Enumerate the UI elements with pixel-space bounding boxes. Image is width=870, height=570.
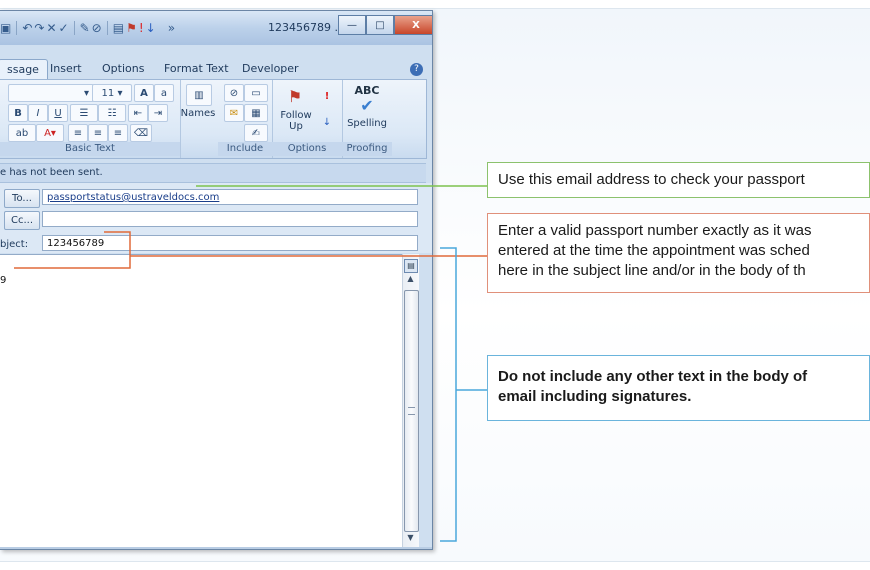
callout-no-other-text: Do not include any other text in the bod…	[487, 355, 870, 421]
align-center-icon[interactable]: ≡	[88, 124, 108, 142]
group-include: ⊘ ▭ ✉ ▦ ✍ Include	[218, 80, 273, 158]
help-icon[interactable]: ?	[410, 63, 423, 76]
subject-label: bject:	[0, 239, 29, 250]
group-label-proofing: Proofing	[342, 142, 392, 156]
spelling-check-icon[interactable]: ✔	[342, 96, 392, 115]
redo-icon[interactable]: ↷	[34, 19, 44, 37]
ruler-toggle-icon[interactable]: ▤	[404, 259, 418, 273]
callout-no-text-line-1: Do not include any other text in the bod…	[498, 368, 808, 385]
grow-font-icon[interactable]: A	[134, 84, 154, 102]
toolbar-separator	[106, 21, 108, 35]
scrollbar-thumb[interactable]	[404, 290, 419, 532]
align-left-icon[interactable]: ≡	[68, 124, 88, 142]
spelling-button[interactable]: Spelling	[342, 118, 392, 129]
clear-format-icon[interactable]: ⌫	[130, 124, 152, 142]
low-importance-icon[interactable]: ↓	[320, 114, 334, 130]
group-basic-text: ▾ 11 ▾ A a B I U ☰ ☷ ⇤ ⇥ ab A▾ ≡ ≡ ≡ ⌫ B…	[0, 80, 181, 158]
callout-no-text-line-2: email including signatures.	[498, 388, 692, 405]
attach-icon[interactable]: ⊘	[92, 19, 102, 37]
font-size-value: 11	[101, 87, 115, 99]
to-field[interactable]: passportstatus@ustraveldocs.com	[42, 189, 418, 205]
vertical-scrollbar[interactable]: ▲ ▼	[402, 254, 419, 547]
ribbon-tabs: ssage Insert Options Format Text Develop…	[0, 59, 432, 79]
signature-icon[interactable]: ✍	[244, 124, 268, 142]
format-icon[interactable]: ✎	[80, 19, 90, 37]
message-body[interactable]: 9	[0, 254, 418, 548]
align-right-icon[interactable]: ≡	[108, 124, 128, 142]
follow-up-button[interactable]: Follow Up	[276, 110, 316, 132]
importance-low-icon[interactable]: ↓	[146, 19, 156, 37]
maximize-button[interactable]: □	[366, 15, 394, 35]
importance-high-icon[interactable]: !	[139, 19, 144, 37]
scrollbar-grip-icon	[408, 407, 415, 415]
bullets-icon[interactable]: ☰	[70, 104, 98, 122]
group-names: ▥ Names	[180, 80, 216, 158]
ribbon: ▾ 11 ▾ A a B I U ☰ ☷ ⇤ ⇥ ab A▾ ≡ ≡ ≡ ⌫ B…	[0, 79, 427, 159]
group-label-options: Options	[272, 142, 342, 156]
address-book-icon[interactable]: ▥	[186, 84, 212, 106]
overflow-icon[interactable]: »	[168, 19, 175, 37]
group-proofing: ABC ✔ Spelling Proofing	[342, 80, 392, 158]
decrease-indent-icon[interactable]: ⇤	[128, 104, 148, 122]
font-size-dropdown[interactable]: 11 ▾	[92, 84, 132, 102]
highlight-icon[interactable]: ab	[8, 124, 36, 142]
tab-format-text[interactable]: Format Text	[164, 59, 229, 79]
callout-passport-line-2: entered at the time the appointment was …	[498, 242, 810, 259]
callout-passport-number: Enter a valid passport number exactly as…	[487, 213, 870, 293]
follow-up-flag-icon[interactable]: ⚑	[282, 84, 308, 108]
underline-icon[interactable]: U	[48, 104, 68, 122]
callout-email-address: Use this email address to check your pas…	[487, 162, 870, 198]
tab-message[interactable]: ssage	[0, 59, 48, 79]
group-label-basic-text: Basic Text	[0, 142, 180, 156]
cc-button[interactable]: Cc...	[4, 211, 40, 230]
info-bar-text: e has not been sent.	[0, 167, 103, 178]
toolbar-separator	[16, 21, 18, 35]
callout-passport-line-3: here in the subject line and/or in the b…	[498, 262, 806, 279]
group-label-include: Include	[218, 142, 272, 156]
scroll-up-icon[interactable]: ▲	[405, 274, 416, 285]
info-bar: e has not been sent.	[0, 163, 426, 183]
attach-item-icon[interactable]: ✉	[224, 104, 244, 122]
tab-options[interactable]: Options	[102, 59, 144, 79]
numbering-icon[interactable]: ☷	[98, 104, 126, 122]
bold-icon[interactable]: B	[8, 104, 28, 122]
delete-icon[interactable]: ✕	[46, 19, 56, 37]
callout-email-text: Use this email address to check your pas…	[498, 171, 805, 188]
message-body-text: 9	[0, 275, 7, 286]
toolbar-separator	[73, 21, 75, 35]
tab-developer[interactable]: Developer	[242, 59, 299, 79]
quick-access-toolbar: ▣ ↶ ↷ ✕ ✓ ✎ ⊘ ▤ ⚑ ! ↓ »	[0, 19, 175, 37]
shrink-font-icon[interactable]: a	[154, 84, 174, 102]
calendar-icon[interactable]: ▦	[244, 104, 268, 122]
font-name-dropdown[interactable]: ▾	[8, 84, 94, 102]
spell-check-icon[interactable]: ✓	[59, 19, 69, 37]
window-controls: — □ X	[338, 15, 432, 35]
undo-icon[interactable]: ↶	[22, 19, 32, 37]
names-button[interactable]: Names	[180, 108, 216, 119]
save-icon[interactable]: ▣	[0, 19, 11, 37]
high-importance-icon[interactable]: !	[320, 88, 334, 104]
group-options: ⚑ Follow Up ! ↓ Options	[272, 80, 343, 158]
minimize-button[interactable]: —	[338, 15, 366, 35]
scroll-down-icon[interactable]: ▼	[405, 533, 416, 544]
outlook-message-window: ▣ ↶ ↷ ✕ ✓ ✎ ⊘ ▤ ⚑ ! ↓ » 123456789 ... — …	[0, 10, 433, 550]
close-button[interactable]: X	[394, 15, 432, 35]
message-header-form: To... passportstatus@ustraveldocs.com Cc…	[0, 183, 432, 253]
cc-field[interactable]	[42, 211, 418, 227]
increase-indent-icon[interactable]: ⇥	[148, 104, 168, 122]
business-card-icon[interactable]: ▭	[244, 84, 268, 102]
to-button[interactable]: To...	[4, 189, 40, 208]
italic-icon[interactable]: I	[28, 104, 48, 122]
window-title: 123456789 ...	[268, 21, 345, 34]
address-book-icon[interactable]: ▤	[113, 19, 124, 37]
tab-insert[interactable]: Insert	[50, 59, 82, 79]
subject-field[interactable]: 123456789	[42, 235, 418, 251]
callout-passport-line-1: Enter a valid passport number exactly as…	[498, 222, 812, 239]
bottom-edge	[0, 547, 432, 549]
title-bar: ▣ ↶ ↷ ✕ ✓ ✎ ⊘ ▤ ⚑ ! ↓ » 123456789 ... — …	[0, 11, 432, 45]
font-color-icon[interactable]: A▾	[36, 124, 64, 142]
flag-icon[interactable]: ⚑	[126, 19, 137, 37]
attach-file-icon[interactable]: ⊘	[224, 84, 244, 102]
